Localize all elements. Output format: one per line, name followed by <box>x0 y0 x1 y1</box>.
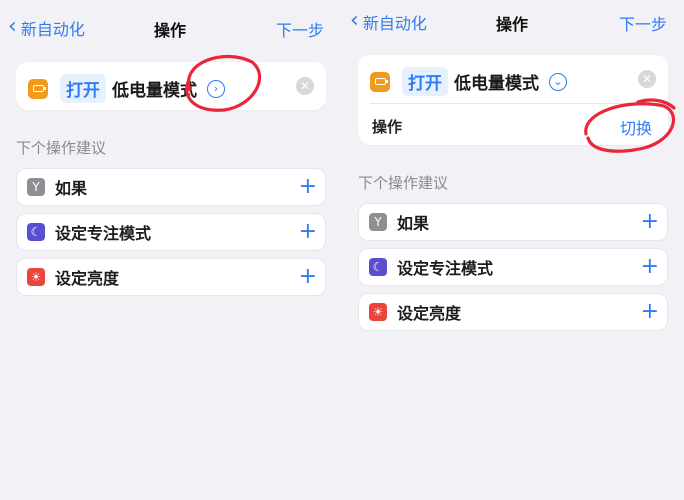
page-title: 操作 <box>154 21 187 40</box>
section-title: 下个操作建议 <box>16 139 107 157</box>
action-card: 打开 低电量模式 ⌄ ✕ 操作 切换 <box>358 55 668 145</box>
section-title: 下个操作建议 <box>358 174 449 192</box>
suggestion-if[interactable]: Y 如果 + <box>16 168 326 206</box>
next-button[interactable]: 下一步 <box>619 11 667 35</box>
plus-icon[interactable]: + <box>641 256 659 278</box>
clear-icon[interactable]: ✕ <box>638 70 656 88</box>
action-row: 打开 低电量模式 ⌄ <box>370 67 668 96</box>
sun-icon: ☀ <box>369 303 387 321</box>
left-screen: ‹ 新自动化 操作 下一步 打开 低电量模式 › ✕ 下个操作建议 Y 如果 +… <box>0 0 342 500</box>
battery-icon <box>370 71 390 92</box>
suggestion-if[interactable]: Y 如果 + <box>358 203 668 241</box>
branch-icon: Y <box>27 178 45 196</box>
branch-icon: Y <box>369 213 387 231</box>
action-parameter[interactable]: 低电量模式 <box>112 76 197 101</box>
plus-icon[interactable]: + <box>641 301 659 323</box>
plus-icon[interactable]: + <box>299 221 317 243</box>
plus-icon[interactable]: + <box>299 176 317 198</box>
back-button[interactable]: ‹ 新自动化 <box>350 10 427 34</box>
suggestion-brightness[interactable]: ☀ 设定亮度 + <box>358 293 668 331</box>
action-card: 打开 低电量模式 › ✕ <box>16 62 326 110</box>
action-row: 打开 低电量模式 › <box>28 74 326 103</box>
chevron-down-circle-icon[interactable]: ⌄ <box>549 72 567 91</box>
back-button[interactable]: ‹ 新自动化 <box>8 16 85 40</box>
chevron-right-circle-icon[interactable]: › <box>207 79 225 98</box>
action-verb[interactable]: 打开 <box>402 67 448 96</box>
operation-label: 操作 <box>372 118 403 136</box>
suggestion-label: 如果 <box>55 179 88 198</box>
back-label: 新自动化 <box>20 20 85 39</box>
right-screen: ‹ 新自动化 操作 下一步 打开 低电量模式 ⌄ ✕ 操作 切换 下个操作建议 … <box>342 0 684 500</box>
moon-icon: ☾ <box>27 223 45 241</box>
sun-icon: ☀ <box>27 268 45 286</box>
action-verb[interactable]: 打开 <box>60 74 106 103</box>
suggestion-focus[interactable]: ☾ 设定专注模式 + <box>16 213 326 251</box>
clear-icon[interactable]: ✕ <box>296 77 314 95</box>
suggestion-focus[interactable]: ☾ 设定专注模式 + <box>358 248 668 286</box>
next-button[interactable]: 下一步 <box>276 17 324 41</box>
suggestion-label: 如果 <box>397 214 430 233</box>
suggestion-label: 设定专注模式 <box>397 259 494 278</box>
chevron-left-icon: ‹ <box>8 14 17 39</box>
page-title: 操作 <box>496 15 529 34</box>
operation-value[interactable]: 切换 <box>620 115 652 139</box>
suggestion-label: 设定亮度 <box>55 269 120 288</box>
moon-icon: ☾ <box>369 258 387 276</box>
suggestion-label: 设定专注模式 <box>55 224 152 243</box>
plus-icon[interactable]: + <box>641 211 659 233</box>
plus-icon[interactable]: + <box>299 266 317 288</box>
battery-icon <box>28 78 48 99</box>
back-label: 新自动化 <box>362 14 427 33</box>
action-parameter[interactable]: 低电量模式 <box>454 69 539 94</box>
suggestion-label: 设定亮度 <box>397 304 462 323</box>
suggestion-brightness[interactable]: ☀ 设定亮度 + <box>16 258 326 296</box>
chevron-left-icon: ‹ <box>350 8 359 33</box>
divider <box>370 103 668 104</box>
